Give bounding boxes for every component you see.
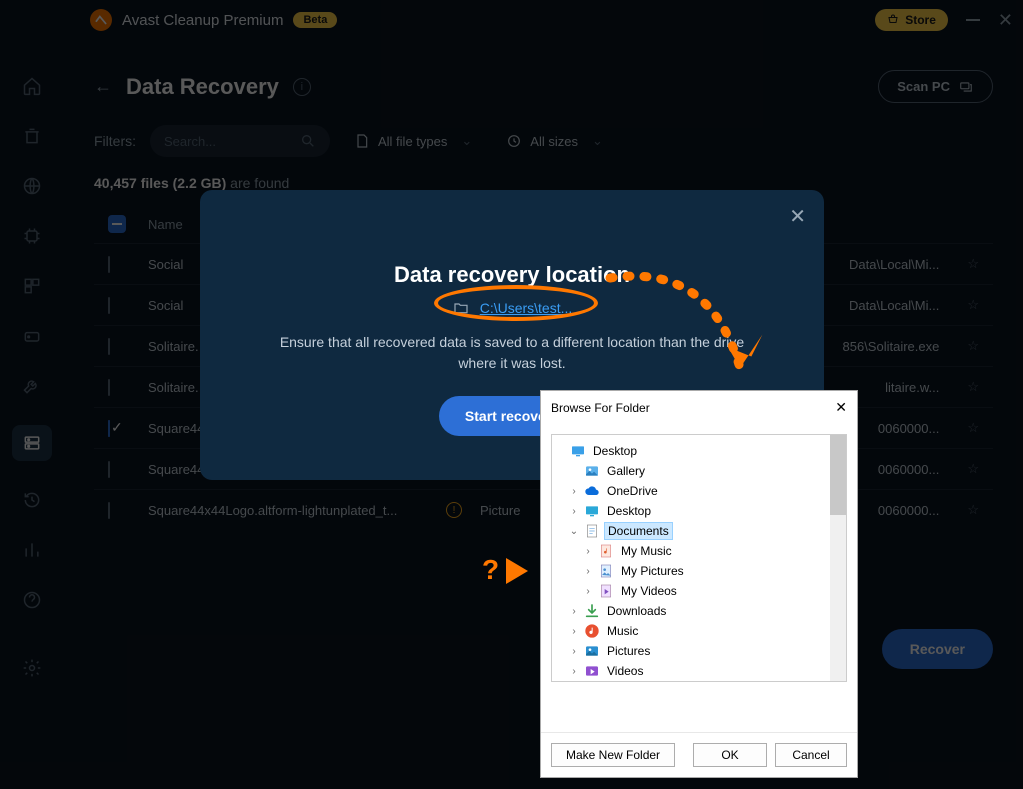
tree-item[interactable]: › Desktop	[554, 501, 844, 521]
tree-item-label: Pictures	[604, 643, 653, 659]
location-path-link[interactable]: C:\Users\test...	[480, 300, 573, 316]
tree-item-label: Desktop	[604, 503, 654, 519]
annotation-question-mark: ?	[482, 554, 499, 586]
tree-item-label: My Pictures	[618, 563, 687, 579]
music-icon	[584, 623, 600, 639]
modal-desc-line1: Ensure that all recovered data is saved …	[280, 334, 744, 350]
desktop2-icon	[584, 503, 600, 519]
tree-item[interactable]: Desktop	[554, 441, 844, 461]
tree-item[interactable]: › Downloads	[554, 601, 844, 621]
tree-item[interactable]: › Videos	[554, 661, 844, 681]
tree-scrollbar[interactable]	[830, 435, 846, 681]
tree-item[interactable]: › Music	[554, 621, 844, 641]
tree-twist-icon[interactable]: ›	[582, 546, 594, 557]
make-new-folder-button[interactable]: Make New Folder	[551, 743, 675, 767]
tree-item[interactable]: › My Videos	[554, 581, 844, 601]
tree-twist-icon[interactable]: ›	[582, 566, 594, 577]
desktop-icon	[570, 443, 586, 459]
tree-item[interactable]: › Pictures	[554, 641, 844, 661]
tree-item[interactable]: ⌄ Documents	[554, 521, 844, 541]
tree-twist-icon[interactable]: ›	[568, 506, 580, 517]
download-icon	[584, 603, 600, 619]
folder-tree[interactable]: Desktop Gallery › OneDrive › Desktop ⌄ Document…	[551, 434, 847, 682]
tree-item[interactable]: Gallery	[554, 461, 844, 481]
tree-twist-icon[interactable]: ›	[568, 606, 580, 617]
tree-item[interactable]: › My Pictures	[554, 561, 844, 581]
ok-button[interactable]: OK	[693, 743, 767, 767]
videos-icon	[584, 663, 600, 679]
tree-twist-icon[interactable]: ›	[568, 486, 580, 497]
pictures-icon	[584, 643, 600, 659]
tree-item[interactable]: › My Music	[554, 541, 844, 561]
tree-item-label: My Music	[618, 543, 675, 559]
tree-item-label: Documents	[604, 522, 673, 540]
tree-twist-icon[interactable]: ⌄	[568, 526, 580, 537]
pic-file-icon	[598, 563, 614, 579]
music-file-icon	[598, 543, 614, 559]
tree-item-label: OneDrive	[604, 483, 661, 499]
modal-desc-line2: where it was lost.	[458, 355, 565, 371]
browse-dialog-title: Browse For Folder	[551, 401, 650, 415]
browse-close-button[interactable]: ✕	[835, 399, 847, 416]
browse-folder-dialog: Browse For Folder ✕ Desktop Gallery › OneDr…	[540, 390, 858, 778]
folder-icon	[452, 300, 470, 316]
modal-title: Data recovery location	[222, 262, 802, 288]
tree-twist-icon[interactable]: ›	[568, 646, 580, 657]
tree-twist-icon[interactable]: ›	[568, 626, 580, 637]
modal-close-button[interactable]: ✕	[789, 204, 806, 229]
tree-item-label: My Videos	[618, 583, 680, 599]
vid-file-icon	[598, 583, 614, 599]
tree-item-label: Downloads	[604, 603, 669, 619]
tree-item-label: Desktop	[590, 443, 640, 459]
tree-twist-icon[interactable]: ›	[582, 586, 594, 597]
tree-item-label: Music	[604, 623, 641, 639]
modal-description: Ensure that all recovered data is saved …	[222, 332, 802, 374]
doc-icon	[584, 523, 600, 539]
tree-item-label: Videos	[604, 663, 646, 679]
tree-item-label: Gallery	[604, 463, 648, 479]
tree-item[interactable]: › OneDrive	[554, 481, 844, 501]
cancel-button[interactable]: Cancel	[775, 743, 847, 767]
gallery-icon	[584, 463, 600, 479]
tree-twist-icon[interactable]: ›	[568, 666, 580, 677]
cloud-icon	[584, 483, 600, 499]
